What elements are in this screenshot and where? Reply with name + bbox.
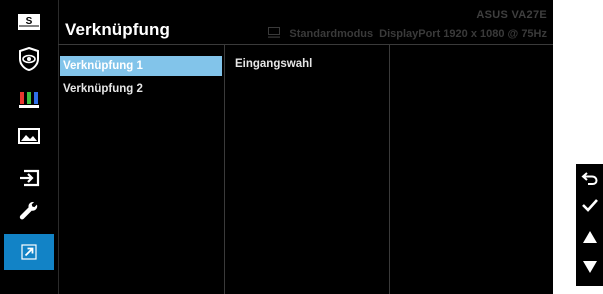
checkmark-icon: [581, 197, 599, 218]
triangle-up-icon: [582, 230, 598, 249]
wrench-icon: [18, 200, 40, 222]
image-icon: [18, 128, 40, 144]
confirm-button[interactable]: [576, 194, 603, 220]
mode-label: Standardmodus: [289, 28, 374, 40]
triangle-down-icon: [582, 260, 598, 279]
menu-item-verknuepfung-1[interactable]: Verknüpfung 1: [60, 56, 222, 76]
input-select-button[interactable]: [4, 160, 54, 196]
color-bars-icon: [18, 91, 40, 109]
system-setup-button[interactable]: [4, 193, 54, 229]
control-hints: [576, 164, 603, 286]
status-line: Standardmodus DisplayPort 1920 x 1080 @ …: [268, 27, 547, 41]
eye-shield-icon: [18, 47, 40, 71]
down-button[interactable]: [576, 256, 603, 282]
menu-column: Verknüpfung 1 Verknüpfung 2: [58, 45, 225, 294]
splendid-icon: S: [17, 13, 41, 31]
back-button[interactable]: [576, 167, 603, 193]
color-button[interactable]: [4, 82, 54, 118]
submenu-item-eingangswahl[interactable]: Eingangswahl: [235, 58, 312, 70]
shortcut-button[interactable]: [4, 234, 54, 270]
osd-header: Verknüpfung ASUS VA27E Standardmodus Dis…: [58, 0, 553, 45]
page-title: Verknüpfung: [65, 20, 170, 39]
monitor-icon: [268, 27, 281, 41]
submenu-column: Eingangswahl: [225, 45, 390, 294]
input-icon: [18, 169, 40, 187]
menu-item-verknuepfung-2[interactable]: Verknüpfung 2: [60, 79, 222, 99]
osd-sidebar: S: [0, 0, 59, 294]
image-button[interactable]: [4, 118, 54, 154]
shortcut-arrow-icon: [21, 244, 37, 260]
up-button[interactable]: [576, 226, 603, 252]
input-info: DisplayPort 1920 x 1080 @ 75Hz: [379, 28, 547, 40]
svg-text:S: S: [26, 16, 33, 27]
splendid-button[interactable]: S: [4, 4, 54, 40]
osd-menu: S Verknüpfung ASUS VA27E Standardmodus D…: [0, 0, 553, 294]
blue-light-filter-button[interactable]: [4, 41, 54, 77]
options-column: [390, 45, 553, 294]
back-arrow-icon: [580, 170, 599, 191]
model-name: ASUS VA27E: [476, 9, 547, 21]
